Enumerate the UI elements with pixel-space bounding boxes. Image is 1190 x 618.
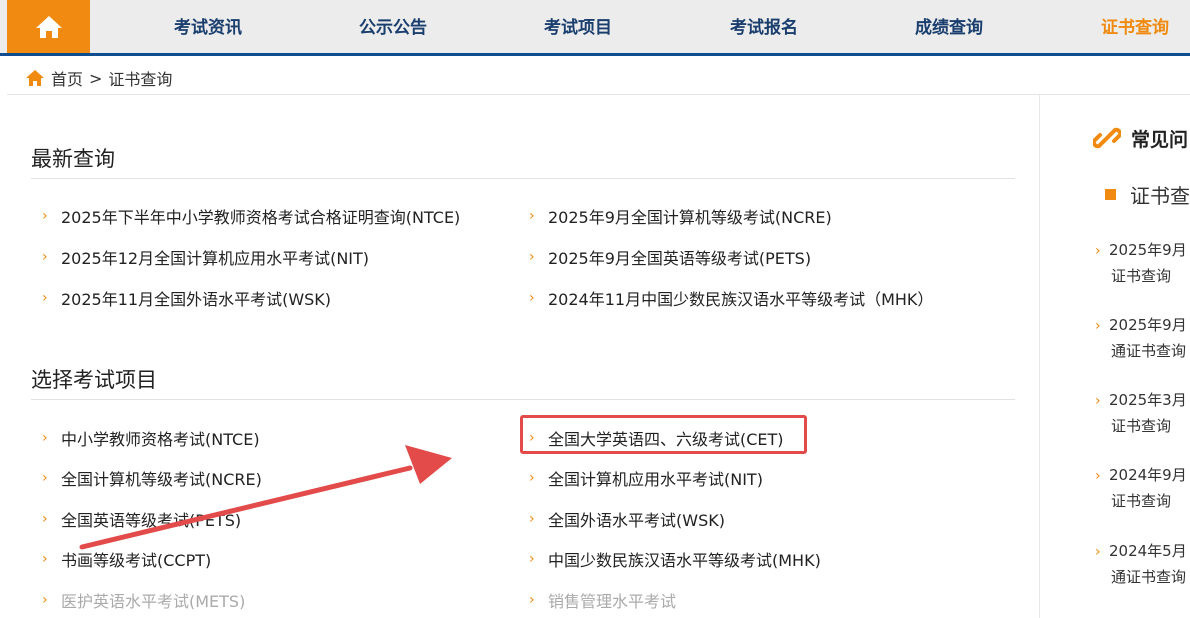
link-icon bbox=[1093, 127, 1121, 149]
chevron-right-icon: › bbox=[1095, 243, 1101, 259]
sidebar-divider bbox=[1039, 95, 1040, 618]
sidebar-link-line1: 2024年9月 bbox=[1109, 466, 1187, 484]
sidebar-link-line1: 2024年5月 bbox=[1109, 542, 1187, 560]
sidebar-link-line2: 证书查询 bbox=[1111, 267, 1172, 285]
sidebar-title: 常见问 bbox=[1093, 124, 1188, 152]
square-bullet-icon bbox=[1105, 189, 1116, 200]
sidebar-link-line1: 2025年9月 bbox=[1109, 316, 1187, 334]
sidebar-link-line2: 通证书查询 bbox=[1111, 568, 1187, 586]
sidebar-link[interactable]: › 2025年3月 证书查询 bbox=[1095, 388, 1187, 439]
sidebar-link-line2: 通证书查询 bbox=[1111, 342, 1187, 360]
sidebar-title-text: 常见问 bbox=[1131, 128, 1189, 151]
sidebar-subheading-text: 证书查 bbox=[1130, 184, 1190, 208]
chevron-right-icon: › bbox=[1095, 318, 1101, 334]
sidebar-link-line2: 证书查询 bbox=[1111, 492, 1172, 510]
chevron-right-icon: › bbox=[1095, 468, 1101, 484]
sidebar-link[interactable]: › 2025年9月 通证书查询 bbox=[1095, 313, 1187, 364]
sidebar-link-line2: 证书查询 bbox=[1111, 417, 1172, 435]
sidebar-link[interactable]: › 2025年9月 证书查询 bbox=[1095, 238, 1187, 289]
annotation-arrow bbox=[79, 445, 452, 550]
sidebar-link-line1: 2025年9月 bbox=[1109, 241, 1187, 259]
sidebar-link[interactable]: › 2024年9月 证书查询 bbox=[1095, 463, 1187, 514]
sidebar-link-line1: 2025年3月 bbox=[1109, 391, 1187, 409]
sidebar-subheading: 证书查 bbox=[1105, 180, 1190, 209]
sidebar-link[interactable]: › 2024年5月 通证书查询 bbox=[1095, 539, 1187, 590]
chevron-right-icon: › bbox=[1095, 393, 1101, 409]
chevron-right-icon: › bbox=[1095, 544, 1101, 560]
